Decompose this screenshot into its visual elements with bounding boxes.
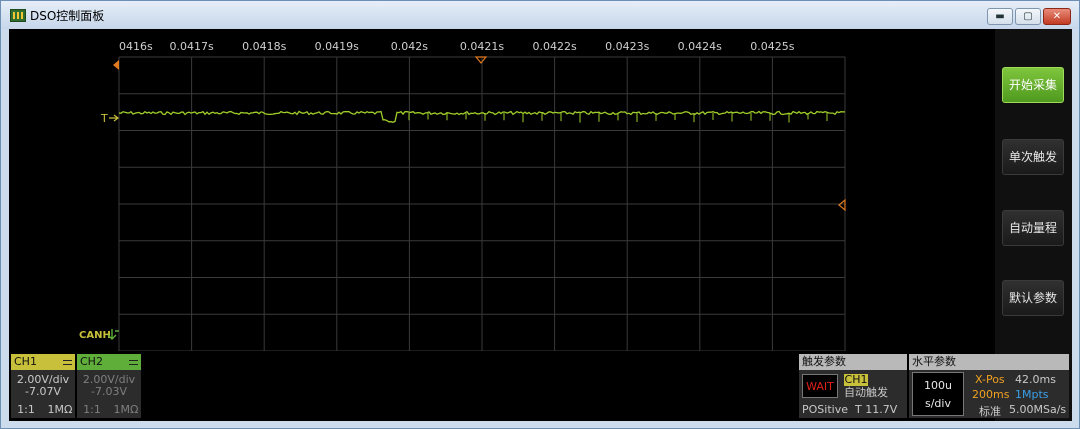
ch1-probe[interactable]: 1:1 — [11, 403, 41, 416]
grid — [118, 56, 846, 352]
maximize-button[interactable]: ▢ — [1015, 8, 1041, 25]
minimize-icon: ▬ — [995, 11, 1005, 22]
trigger-mode[interactable]: 自动触发 — [844, 387, 888, 399]
time-label: 0.0423s — [605, 40, 649, 53]
trigger-panel[interactable]: WAIT CH1 自动触发 POSitive T 11.7V — [799, 370, 907, 418]
time-label: 0416s — [119, 40, 153, 53]
scope-content: 0416s 0.0417s 0.0418s 0.0419s 0.042s 0.0421s 0… — [9, 29, 1072, 421]
sample-rate[interactable]: 5.00MSa/s — [1009, 403, 1066, 416]
app-icon — [10, 9, 26, 22]
window-title: DSO控制面板 — [30, 9, 105, 23]
waveform-display[interactable]: 0416s 0.0417s 0.0418s 0.0419s 0.042s 0.0421s 0… — [9, 29, 995, 352]
ch2-impedance[interactable]: 1MΩ — [111, 403, 141, 416]
xpos-label: X-Pos — [975, 373, 1005, 386]
timebase-unit: s/div — [925, 397, 951, 410]
time-label: 0.0424s — [678, 40, 722, 53]
trigger-panel-title: 触发参数 — [799, 354, 907, 370]
xpos-value[interactable]: 42.0ms — [1015, 373, 1056, 386]
minimize-button[interactable]: ▬ — [987, 8, 1013, 25]
ch1-panel[interactable]: CH1 2.00V/div -7.07V 1:1 1MΩ — [11, 354, 75, 418]
horizontal-panel[interactable]: 100u s/div X-Pos 42.0ms 200ms 1Mpts 标准 5… — [909, 370, 1069, 418]
time-label: 0.0419s — [315, 40, 359, 53]
horizontal-panel-title: 水平参数 — [909, 354, 1069, 370]
channel-label: CANH — [79, 330, 111, 341]
ch2-probe[interactable]: 1:1 — [77, 403, 107, 416]
close-icon: ✕ — [1052, 11, 1062, 22]
ch2-panel[interactable]: CH2 2.00V/div -7.03V 1:1 1MΩ — [77, 354, 141, 418]
timebase-value: 100u — [924, 379, 952, 392]
ch2-header[interactable]: CH2 — [77, 354, 141, 370]
dc-coupling-icon — [129, 360, 138, 365]
dso-window: DSO控制面板 ▬ ▢ ✕ 0416s 0.0417s 0.0418s 0.0419s… — [0, 0, 1080, 429]
title-bar[interactable]: DSO控制面板 ▬ ▢ ✕ — [1, 1, 1079, 29]
time-axis-labels: 0416s 0.0417s 0.0418s 0.0419s 0.042s 0.0421s 0… — [119, 40, 795, 53]
maximize-icon: ▢ — [1023, 11, 1033, 22]
trigger-level-label: T — [100, 112, 108, 125]
time-label: 0.042s — [391, 40, 428, 53]
trigger-source[interactable]: CH1 — [844, 374, 868, 386]
close-button[interactable]: ✕ — [1043, 8, 1071, 25]
default-params-button[interactable]: 默认参数 — [1002, 280, 1064, 316]
ch1-name: CH1 — [14, 355, 37, 368]
window-length[interactable]: 200ms — [972, 388, 1009, 401]
timebase-box[interactable]: 100u s/div — [912, 372, 964, 416]
trigger-level[interactable]: T 11.7V — [855, 403, 897, 416]
trigger-status: WAIT — [802, 374, 838, 398]
time-label: 0.0418s — [242, 40, 286, 53]
memory-depth[interactable]: 1Mpts — [1015, 388, 1049, 401]
acquisition-mode[interactable]: 标准 — [979, 403, 1001, 419]
ch2-name: CH2 — [80, 355, 103, 368]
time-label: 0.0417s — [169, 40, 213, 53]
ch1-impedance[interactable]: 1MΩ — [45, 403, 75, 416]
dc-coupling-icon — [63, 360, 72, 365]
ch1-header[interactable]: CH1 — [11, 354, 75, 370]
auto-range-button[interactable]: 自动量程 — [1002, 210, 1064, 246]
ch1-trace-glitches — [408, 113, 828, 123]
time-label: 0.0422s — [532, 40, 576, 53]
ch1-offset[interactable]: -7.07V — [11, 386, 75, 398]
trigger-arrow-icon — [109, 114, 119, 122]
time-label: 0.0425s — [750, 40, 794, 53]
time-label: 0.0421s — [460, 40, 504, 53]
waveform-canvas[interactable]: 0416s 0.0417s 0.0418s 0.0419s 0.042s 0.0421s 0… — [9, 29, 995, 352]
left-boundary-marker — [113, 60, 119, 70]
trigger-slope[interactable]: POSitive — [802, 403, 848, 416]
start-acquisition-button[interactable]: 开始采集 — [1002, 67, 1064, 103]
trigger-position-marker[interactable] — [474, 56, 488, 64]
ch2-offset[interactable]: -7.03V — [77, 386, 141, 398]
trigger-level-marker[interactable] — [838, 198, 846, 212]
single-trigger-button[interactable]: 单次触发 — [1002, 139, 1064, 175]
